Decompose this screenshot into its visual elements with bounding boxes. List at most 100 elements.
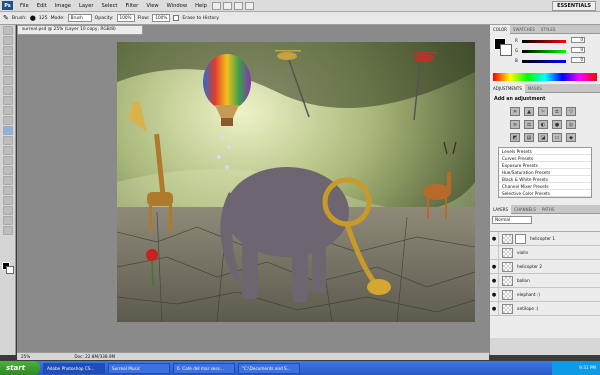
dodge-tool-icon[interactable]: [2, 156, 13, 165]
red-slider[interactable]: [522, 40, 566, 43]
black-white-icon[interactable]: ◐: [538, 120, 548, 129]
menu-window[interactable]: Window: [163, 0, 191, 12]
tab-adjustments[interactable]: ADJUSTMENTS: [490, 83, 525, 93]
channel-mixer-icon[interactable]: ◎: [566, 120, 576, 129]
shape-tool-icon[interactable]: [2, 196, 13, 205]
hand-tool-icon[interactable]: [2, 216, 13, 225]
layer-row[interactable]: ● helicopter 1: [490, 231, 600, 246]
menu-view[interactable]: View: [142, 0, 162, 12]
crop-tool-icon[interactable]: [2, 66, 13, 75]
menu-file[interactable]: File: [16, 0, 33, 12]
color-panel-background-swatch[interactable]: [500, 44, 512, 56]
start-button[interactable]: start: [0, 361, 40, 375]
list-item[interactable]: Levels Presets: [499, 148, 591, 155]
blue-slider[interactable]: [522, 60, 566, 63]
image-canvas[interactable]: [117, 42, 475, 322]
brush-tool-icon[interactable]: [2, 96, 13, 105]
tab-channels[interactable]: CHANNELS: [511, 205, 539, 214]
color-spectrum-ramp[interactable]: [493, 73, 597, 81]
list-item[interactable]: Hue/Saturation Presets: [499, 169, 591, 176]
flow-input[interactable]: 100%: [152, 14, 171, 22]
zoom-level[interactable]: 25%: [17, 353, 30, 360]
marquee-tool-icon[interactable]: [2, 36, 13, 45]
menu-select[interactable]: Select: [97, 0, 121, 12]
brightness-contrast-icon[interactable]: ☀: [510, 107, 520, 116]
color-balance-icon[interactable]: ⚖: [524, 120, 534, 129]
zoom-tool-icon[interactable]: [2, 226, 13, 235]
layer-row[interactable]: ● helicopter 2: [490, 259, 600, 274]
hand-tool-shortcut-icon[interactable]: [211, 1, 221, 10]
list-item[interactable]: Black & White Presets: [499, 176, 591, 183]
blend-mode-select[interactable]: Normal: [492, 216, 532, 224]
tab-styles[interactable]: STYLES: [538, 25, 559, 34]
erase-to-history-checkbox[interactable]: [173, 15, 180, 21]
zoom-tool-shortcut-icon[interactable]: [222, 1, 232, 10]
lasso-tool-icon[interactable]: [2, 46, 13, 55]
menu-edit[interactable]: Edit: [33, 0, 51, 12]
path-select-tool-icon[interactable]: [2, 186, 13, 195]
eyedropper-tool-icon[interactable]: [2, 76, 13, 85]
taskbar-item-surreal-music[interactable]: Surreal Music: [108, 362, 170, 374]
levels-icon[interactable]: ▲: [524, 107, 534, 116]
type-tool-icon[interactable]: [2, 176, 13, 185]
history-brush-tool-icon[interactable]: [2, 116, 13, 125]
clone-stamp-tool-icon[interactable]: [2, 106, 13, 115]
visibility-eye-icon[interactable]: ●: [490, 231, 499, 246]
arrange-documents-icon[interactable]: [244, 1, 254, 10]
list-item[interactable]: Curves Presets: [499, 155, 591, 162]
eraser-tool-icon[interactable]: ✎: [3, 14, 9, 22]
taskbar-item-photoshop[interactable]: Adobe Photoshop CS...: [43, 362, 105, 374]
3d-rotate-tool-icon[interactable]: [2, 206, 13, 215]
photo-filter-icon[interactable]: ●: [552, 120, 562, 129]
taskbar-item-documents[interactable]: "C:\Documents and S...: [238, 362, 300, 374]
red-value[interactable]: 0: [571, 37, 585, 43]
tab-masks[interactable]: MASKS: [525, 84, 545, 93]
mode-select[interactable]: Brush: [67, 14, 92, 22]
visibility-eye-icon[interactable]: ●: [490, 259, 499, 274]
green-slider[interactable]: [522, 50, 566, 53]
tab-paths[interactable]: PATHS: [539, 205, 558, 214]
zoom-level-icon[interactable]: [233, 1, 243, 10]
blur-tool-icon[interactable]: [2, 146, 13, 155]
menu-layer[interactable]: Layer: [75, 0, 97, 12]
menu-image[interactable]: Image: [51, 0, 75, 12]
menu-help[interactable]: Help: [191, 0, 211, 12]
tab-color[interactable]: COLOR: [490, 24, 510, 34]
visibility-eye-icon[interactable]: ●: [490, 273, 499, 288]
blue-value[interactable]: 0: [571, 57, 585, 63]
invert-icon[interactable]: ◩: [510, 133, 520, 142]
taskbar-item-cafe-del-mar[interactable]: 6. Cafe del mar sess...: [173, 362, 235, 374]
opacity-input[interactable]: 100%: [116, 14, 135, 22]
list-item[interactable]: Selective Color Presets: [499, 190, 591, 197]
eraser-tool-icon[interactable]: [2, 126, 13, 135]
selective-color-icon[interactable]: ◆: [566, 133, 576, 142]
threshold-icon[interactable]: ◪: [538, 133, 548, 142]
menu-filter[interactable]: Filter: [121, 0, 142, 12]
tab-swatches[interactable]: SWATCHES: [510, 25, 538, 34]
posterize-icon[interactable]: ▤: [524, 133, 534, 142]
healing-tool-icon[interactable]: [2, 86, 13, 95]
list-item[interactable]: Channel Mixer Presets: [499, 183, 591, 190]
gradient-tool-icon[interactable]: [2, 136, 13, 145]
hue-saturation-icon[interactable]: ≡: [510, 120, 520, 129]
pen-tool-icon[interactable]: [2, 166, 13, 175]
curves-icon[interactable]: ~: [538, 107, 548, 116]
list-item[interactable]: Exposure Presets: [499, 162, 591, 169]
visibility-toggle-empty[interactable]: [490, 245, 499, 260]
layer-row[interactable]: ● elephant :): [490, 287, 600, 302]
visibility-eye-icon[interactable]: ●: [490, 301, 499, 316]
move-tool-icon[interactable]: [2, 26, 13, 35]
brush-preview-icon[interactable]: ●: [30, 14, 36, 22]
layer-row[interactable]: ● antilope :): [490, 301, 600, 316]
exposure-icon[interactable]: ±: [552, 107, 562, 116]
layer-row[interactable]: violin: [490, 245, 600, 260]
green-value[interactable]: 0: [571, 47, 585, 53]
background-color-swatch[interactable]: [6, 266, 14, 274]
document-tab[interactable]: surreal.psd @ 25% (Layer 10 copy, RGB/8): [17, 25, 143, 35]
gradient-map-icon[interactable]: ▭: [552, 133, 562, 142]
vibrance-icon[interactable]: ▽: [566, 107, 576, 116]
layer-row[interactable]: ● ballon: [490, 273, 600, 288]
workspace-switcher[interactable]: ESSENTIALS: [552, 0, 596, 11]
tab-layers[interactable]: LAYERS: [490, 204, 512, 214]
quick-select-tool-icon[interactable]: [2, 56, 13, 65]
